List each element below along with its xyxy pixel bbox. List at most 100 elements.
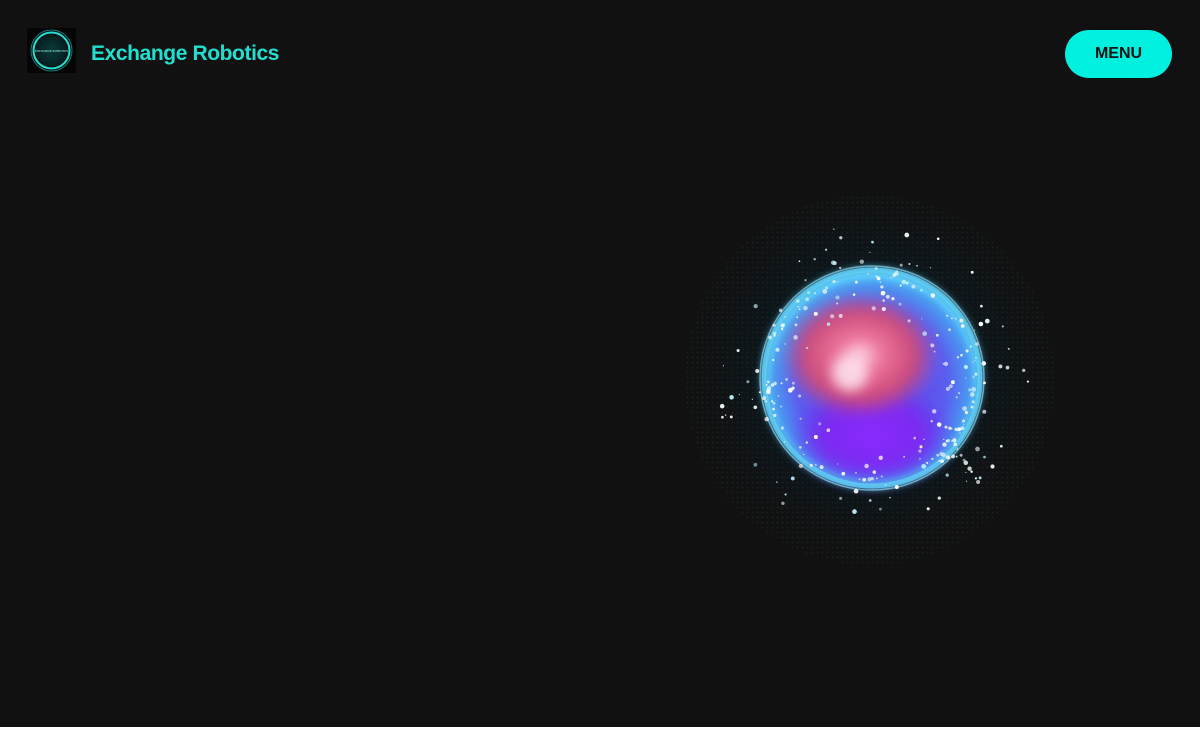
orb-pink-core	[782, 293, 938, 417]
orb-particle	[946, 455, 951, 460]
orb-particle	[791, 386, 795, 390]
orb-particle	[751, 398, 754, 401]
orb-particle	[951, 317, 953, 320]
orb-particle	[839, 236, 843, 240]
orb-particle	[982, 409, 987, 414]
orb-particle	[753, 304, 758, 309]
orb-particle	[922, 331, 927, 336]
orb-particle	[738, 393, 740, 396]
orb-particle	[971, 400, 975, 404]
orb-particle	[956, 448, 959, 450]
orb-particle	[959, 432, 961, 434]
orb-particle	[1026, 380, 1029, 383]
orb-particle	[813, 435, 818, 439]
orb-particle	[773, 413, 777, 418]
orb-particle	[954, 317, 957, 320]
orb-particle	[838, 313, 843, 318]
orb-particle	[946, 314, 949, 317]
orb-particle	[880, 290, 886, 296]
orb-particle	[975, 342, 979, 346]
orb-particle	[911, 284, 916, 289]
orb-particle	[960, 324, 965, 328]
orb-particle	[884, 484, 887, 486]
orb-particle	[968, 388, 972, 392]
orb-particle	[839, 496, 843, 500]
orb-particle	[899, 284, 902, 287]
orb-particle	[775, 481, 778, 483]
orb-particle	[937, 496, 941, 500]
orb-particle	[796, 299, 800, 303]
orb-particle	[841, 471, 846, 476]
orb-particle	[1001, 325, 1004, 328]
orb-particle	[971, 387, 976, 392]
orb-particle	[972, 375, 975, 379]
orb-particle	[921, 464, 927, 469]
orb-particle	[935, 333, 939, 337]
orb-particle	[764, 416, 769, 422]
orb-particle	[839, 266, 842, 270]
orb-particle	[981, 361, 987, 366]
orb-particle	[791, 381, 795, 385]
orb-particle	[881, 307, 886, 312]
orb-particle	[765, 383, 768, 386]
orb-particle	[785, 377, 789, 381]
orb-particle	[975, 446, 980, 452]
orb-particle	[836, 302, 839, 305]
page: EXCHANGE ROBOTICS Exchange Robotics MENU	[0, 0, 1200, 727]
orb-particle	[965, 480, 968, 482]
orb-particle	[758, 391, 761, 394]
orb-particle	[961, 419, 966, 423]
orb-particle	[813, 257, 816, 261]
orb-particle	[918, 449, 922, 453]
orb-particle	[781, 501, 785, 506]
orb-particle	[855, 472, 857, 474]
orb-particle	[772, 323, 776, 327]
orb-particle	[799, 417, 802, 420]
orb-particle	[876, 276, 881, 281]
orb-particle	[931, 457, 934, 460]
orb-particle	[967, 466, 972, 471]
orb-particle	[889, 496, 891, 499]
site-header: EXCHANGE ROBOTICS Exchange Robotics MENU	[0, 0, 1200, 106]
orb-particle	[814, 292, 817, 295]
orb-particle	[885, 294, 890, 299]
orb-particle	[826, 428, 831, 433]
orb-particle	[878, 455, 884, 461]
orb-particle	[724, 414, 727, 416]
orb-particle	[803, 305, 808, 311]
orb-particle	[969, 392, 975, 397]
orb-particle	[970, 270, 974, 274]
orb-particle	[960, 353, 963, 357]
orb-particle	[722, 365, 725, 367]
orb-particle	[784, 316, 787, 318]
orb-particle	[780, 426, 784, 430]
orb-particle	[929, 267, 932, 269]
orb-particle	[964, 377, 967, 379]
brand-name[interactable]: Exchange Robotics	[91, 41, 279, 67]
orb-particle	[772, 401, 776, 405]
orb-particle	[790, 476, 795, 481]
menu-button[interactable]: MENU	[1065, 30, 1172, 78]
orb-particle	[875, 477, 878, 480]
orb-particle	[963, 460, 969, 466]
logo[interactable]: EXCHANGE ROBOTICS	[27, 28, 76, 73]
orb-particle	[773, 381, 777, 386]
orb-particle	[894, 485, 899, 490]
orb-particle	[919, 445, 923, 449]
orb-particle	[765, 400, 768, 403]
orb-particle	[796, 316, 799, 319]
orb-particle	[904, 232, 910, 238]
orb-particle	[943, 438, 945, 441]
orb-particle	[780, 323, 785, 328]
page-bottom-edge	[0, 727, 1200, 750]
orb-particle	[830, 314, 835, 319]
orb-particle	[859, 259, 864, 264]
orb-particle	[804, 279, 807, 282]
orb-particle	[953, 439, 956, 443]
orb-particle	[936, 453, 940, 457]
orb-particle	[949, 384, 953, 389]
orb-particle	[773, 334, 776, 337]
orb-particle	[946, 439, 951, 443]
logo-emblem-icon: EXCHANGE ROBOTICS	[30, 29, 73, 72]
orb-particle	[930, 419, 933, 423]
